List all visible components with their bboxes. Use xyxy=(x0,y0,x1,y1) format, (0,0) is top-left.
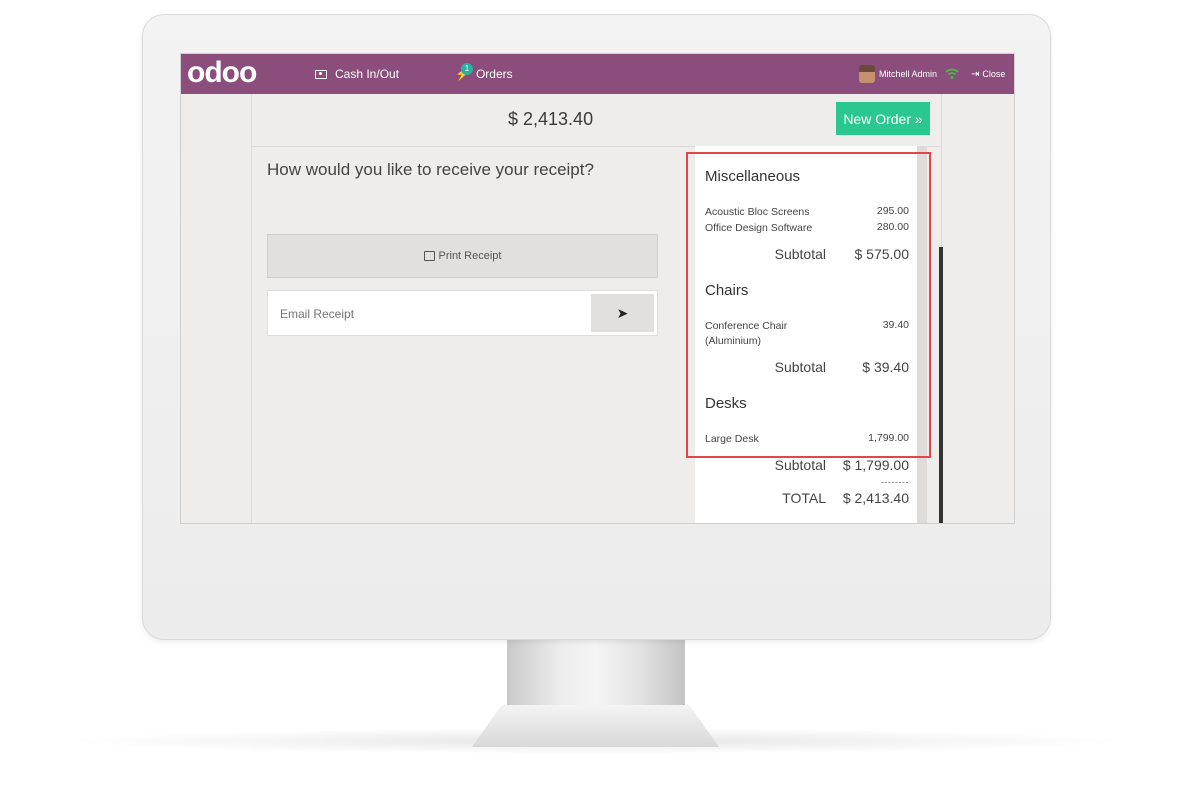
print-receipt-label: Print Receipt xyxy=(438,250,502,262)
monitor-stand-base xyxy=(472,705,719,747)
pos-screen: odoo Cash In/Out ⚡ Orders 1 Mitchell Adm… xyxy=(180,53,1015,524)
subtotal-value: $ 1,799.00 xyxy=(842,457,909,473)
top-bar: odoo Cash In/Out ⚡ Orders 1 Mitchell Adm… xyxy=(181,54,1014,94)
receipt-scrollbar[interactable] xyxy=(939,247,943,523)
orders-label: Orders xyxy=(475,67,513,81)
sign-out-icon: ⇥ xyxy=(971,68,980,80)
cash-icon xyxy=(315,69,327,79)
total-separator: -------- xyxy=(881,477,909,487)
odoo-logo[interactable]: odoo xyxy=(187,56,257,90)
new-order-button[interactable]: New Order » xyxy=(836,102,930,135)
total-value: $ 2,413.40 xyxy=(842,490,909,506)
left-gutter xyxy=(181,94,252,523)
receipt-question: How would you like to receive your recei… xyxy=(267,160,594,179)
user-menu[interactable]: Mitchell Admin xyxy=(859,54,937,94)
monitor-stand-neck xyxy=(507,638,685,710)
right-gutter xyxy=(941,94,1014,523)
wifi-icon xyxy=(945,68,959,79)
send-email-button[interactable]: ➤ xyxy=(591,294,654,332)
order-amount: $ 2,413.40 xyxy=(508,109,594,129)
close-button[interactable]: ⇥ Close xyxy=(971,54,1005,94)
avatar xyxy=(859,65,875,83)
cash-in-out-label: Cash In/Out xyxy=(335,67,400,81)
total-label: TOTAL xyxy=(782,490,826,506)
subtotal-label: Subtotal xyxy=(774,457,826,473)
print-receipt-button[interactable]: Print Receipt xyxy=(267,234,658,278)
orders-count-badge: 1 xyxy=(461,63,473,75)
close-label: Close xyxy=(982,69,1006,79)
printer-icon xyxy=(423,251,435,261)
user-name: Mitchell Admin xyxy=(879,69,938,79)
send-icon: ➤ xyxy=(616,304,629,321)
email-receipt-input[interactable] xyxy=(268,291,602,337)
highlight-box xyxy=(686,152,931,458)
cash-in-out-button[interactable]: Cash In/Out xyxy=(315,54,399,94)
email-receipt-group: ➤ xyxy=(267,290,658,337)
